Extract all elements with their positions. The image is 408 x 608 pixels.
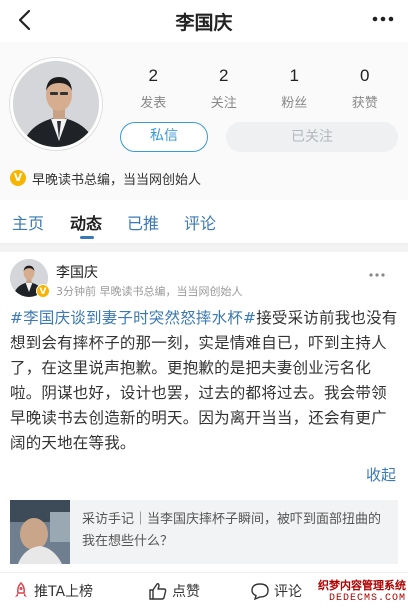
post-text: 接受采访前我也没有想到会有摔杯子的那一刻，实是情难自已，吓到主持人了，在这里说声… [10,309,398,452]
more-options-icon[interactable] [368,6,398,32]
stat-label: 发表 [140,96,167,111]
top-nav-bar: 李国庆 [0,0,408,42]
push-to-chart-button[interactable]: 推TA上榜 [12,581,93,601]
article-title: 采访手记｜当李国庆摔杯子瞬间，被吓到面部扭曲的我在想些什么？ [82,512,382,549]
stat-following[interactable]: 2 关注 [189,66,260,116]
stat-label: 粉丝 [281,96,308,111]
post-body: #李国庆谈到妻子时突然怒摔水杯#接受采访前我也没有想到会有摔杯子的那一刻，实是情… [10,306,402,456]
avatar-portrait [13,61,99,147]
message-button[interactable]: 私信 [120,122,208,152]
post-more-icon[interactable] [368,272,386,278]
article-thumbnail [10,500,70,564]
tab-comments[interactable]: 评论 [184,210,216,234]
tab-pushed[interactable]: 已推 [127,210,159,234]
collapse-link[interactable]: 收起 [366,464,396,485]
profile-tabs: 主页 动态 已推 评论 [0,200,408,244]
stat-label: 关注 [210,96,237,111]
tab-home[interactable]: 主页 [12,210,44,234]
verified-badge-icon: V [36,284,50,298]
followed-button[interactable]: 已关注 [226,122,398,152]
bio-text: 早晚读书总编，当当网创始人 [32,172,202,188]
page-title: 李国庆 [175,12,233,34]
thumbs-up-icon [149,583,167,600]
verified-badge-icon: V [10,170,26,186]
stat-value: 2 [219,66,229,85]
stat-posts[interactable]: 2 发表 [118,66,189,116]
watermark-line2: DEDECMS.COM [328,593,406,604]
post-topic-link[interactable]: #李国庆谈到妻子时突然怒摔水杯# [10,309,256,327]
comment-icon [251,583,269,600]
stat-likes[interactable]: 0 获赞 [330,66,401,116]
stat-value: 1 [289,66,299,85]
profile-stats: 2 发表 2 关注 1 粉丝 0 获赞 [118,66,400,116]
stat-followers[interactable]: 1 粉丝 [259,66,330,116]
push-label: 推TA上榜 [34,584,94,600]
watermark-line1: 织梦内容管理系统 [318,579,406,592]
article-link-card[interactable]: 采访手记｜当李国庆摔杯子瞬间，被吓到面部扭曲的我在想些什么？ [10,500,398,564]
tab-activity[interactable]: 动态 [70,210,102,234]
rocket-icon [15,582,27,597]
stat-value: 0 [360,66,370,85]
stat-label: 获赞 [351,96,378,111]
section-divider [0,244,408,252]
profile-avatar[interactable] [10,58,102,150]
like-button[interactable]: 点赞 [148,581,200,601]
post-meta: 3分钟前 早晚读书总编，当当网创始人 [56,285,243,298]
like-label: 点赞 [172,584,200,600]
profile-bio: V 早晚读书总编，当当网创始人 [10,168,201,188]
active-tab-indicator [80,236,94,239]
stat-value: 2 [148,66,158,85]
profile-header: 2 发表 2 关注 1 粉丝 0 获赞 私信 已关注 V 早晚读书总编，当当网创… [0,42,408,208]
site-watermark: 织梦内容管理系统 DEDECMS.COM [268,577,406,607]
post-author-name[interactable]: 李国庆 [56,262,98,282]
